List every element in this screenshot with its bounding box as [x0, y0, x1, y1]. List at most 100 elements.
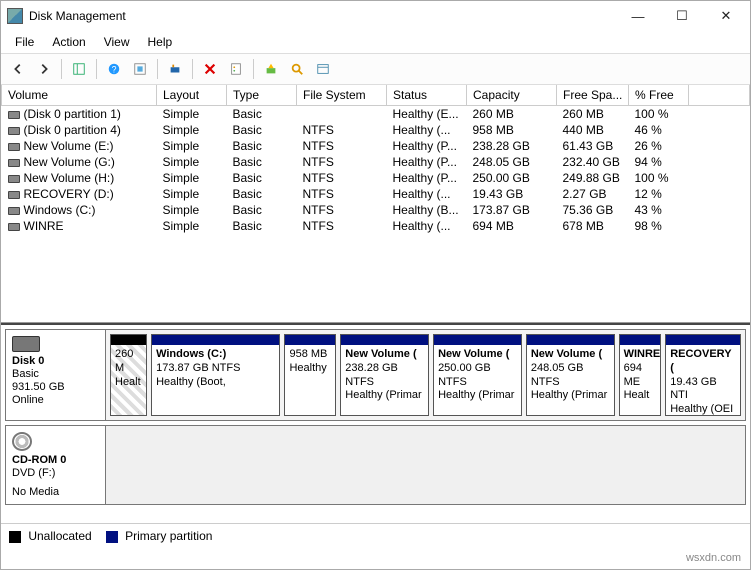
partition-block[interactable]: New Volume (238.28 GB NTFSHealthy (Prima…	[340, 334, 429, 416]
cell-layout: Simple	[157, 186, 227, 202]
volumes-table-container: Volume Layout Type File System Status Ca…	[1, 85, 750, 323]
legend-primary-label: Primary partition	[125, 529, 212, 543]
list-button[interactable]	[312, 58, 334, 80]
partition-color-cap	[341, 335, 428, 345]
cdrom0-name: CD-ROM 0	[12, 454, 99, 466]
cell-free: 260 MB	[557, 106, 629, 123]
cell-volume: (Disk 0 partition 1)	[2, 106, 157, 123]
menu-file[interactable]: File	[7, 33, 42, 51]
menu-view[interactable]: View	[96, 33, 138, 51]
table-row[interactable]: WINRESimpleBasicNTFSHealthy (...694 MB67…	[2, 218, 750, 234]
cell-pct: 46 %	[629, 122, 689, 138]
disk-row-cdrom0[interactable]: CD-ROM 0 DVD (F:) No Media	[5, 425, 746, 505]
partition-block[interactable]: WINRE694 MEHealt	[619, 334, 662, 416]
table-row[interactable]: RECOVERY (D:)SimpleBasicNTFSHealthy (...…	[2, 186, 750, 202]
cell-layout: Simple	[157, 170, 227, 186]
find-button[interactable]	[286, 58, 308, 80]
disk-graphical-view: Disk 0 Basic 931.50 GB Online 260 MHealt…	[1, 323, 750, 523]
menu-help[interactable]: Help	[140, 33, 181, 51]
partition-block[interactable]: Windows (C:)173.87 GB NTFSHealthy (Boot,	[151, 334, 280, 416]
action-button[interactable]	[260, 58, 282, 80]
col-freespace[interactable]: Free Spa...	[557, 85, 629, 106]
cell-free: 75.36 GB	[557, 202, 629, 218]
partition-color-cap	[620, 335, 661, 345]
cdrom-icon	[12, 432, 32, 451]
cell-status: Healthy (...	[387, 218, 467, 234]
help-button[interactable]: ?	[103, 58, 125, 80]
drive-icon	[8, 207, 20, 215]
drive-icon	[8, 143, 20, 151]
table-row[interactable]: New Volume (E:)SimpleBasicNTFSHealthy (P…	[2, 138, 750, 154]
partition-block[interactable]: New Volume (248.05 GB NTFSHealthy (Prima…	[526, 334, 615, 416]
app-icon	[7, 8, 23, 24]
show-hide-tree-button[interactable]	[68, 58, 90, 80]
maximize-button[interactable]: ☐	[660, 2, 704, 30]
cell-volume: New Volume (H:)	[2, 170, 157, 186]
svg-text:?: ?	[112, 65, 117, 75]
partition-block[interactable]: New Volume (250.00 GB NTFSHealthy (Prima…	[433, 334, 522, 416]
cdrom0-empty-track	[106, 426, 745, 504]
forward-button[interactable]	[33, 58, 55, 80]
partition-label: Windows (C:)173.87 GB NTFSHealthy (Boot,	[152, 345, 279, 415]
cell-status: Healthy (P...	[387, 138, 467, 154]
cell-pct: 100 %	[629, 106, 689, 123]
settings-button[interactable]	[129, 58, 151, 80]
cell-pct: 12 %	[629, 186, 689, 202]
col-status[interactable]: Status	[387, 85, 467, 106]
cell-pct: 43 %	[629, 202, 689, 218]
close-button[interactable]: ✕	[704, 2, 748, 30]
table-row[interactable]: New Volume (H:)SimpleBasicNTFSHealthy (P…	[2, 170, 750, 186]
disk0-label[interactable]: Disk 0 Basic 931.50 GB Online	[6, 330, 106, 420]
watermark: wsxdn.com	[686, 552, 741, 564]
partition-color-cap	[666, 335, 740, 345]
cell-layout: Simple	[157, 106, 227, 123]
disk0-size: 931.50 GB	[12, 381, 99, 393]
window-title: Disk Management	[29, 9, 616, 23]
drive-icon	[8, 175, 20, 183]
partition-label: 260 MHealt	[111, 345, 146, 415]
cell-type: Basic	[227, 170, 297, 186]
cdrom0-line2: DVD (F:)	[12, 467, 99, 479]
primary-swatch	[106, 531, 118, 543]
cell-status: Healthy (...	[387, 122, 467, 138]
cell-pct: 98 %	[629, 218, 689, 234]
back-button[interactable]	[7, 58, 29, 80]
partition-block[interactable]: RECOVERY (19.43 GB NTIHealthy (OEI	[665, 334, 741, 416]
table-row[interactable]: (Disk 0 partition 1)SimpleBasicHealthy (…	[2, 106, 750, 123]
partition-label: New Volume (238.28 GB NTFSHealthy (Prima…	[341, 345, 428, 415]
table-row[interactable]: (Disk 0 partition 4)SimpleBasicNTFSHealt…	[2, 122, 750, 138]
cell-layout: Simple	[157, 138, 227, 154]
delete-button[interactable]	[199, 58, 221, 80]
menu-action[interactable]: Action	[44, 33, 93, 51]
col-capacity[interactable]: Capacity	[467, 85, 557, 106]
cell-volume: (Disk 0 partition 4)	[2, 122, 157, 138]
partition-block[interactable]: 260 MHealt	[110, 334, 147, 416]
table-row[interactable]: Windows (C:)SimpleBasicNTFSHealthy (B...…	[2, 202, 750, 218]
cell-fs	[297, 106, 387, 123]
drive-icon	[8, 127, 20, 135]
cell-free: 232.40 GB	[557, 154, 629, 170]
properties-button[interactable]	[225, 58, 247, 80]
col-volume[interactable]: Volume	[2, 85, 157, 106]
volumes-table[interactable]: Volume Layout Type File System Status Ca…	[1, 85, 750, 234]
table-row[interactable]: New Volume (G:)SimpleBasicNTFSHealthy (P…	[2, 154, 750, 170]
minimize-button[interactable]: —	[616, 2, 660, 30]
col-type[interactable]: Type	[227, 85, 297, 106]
refresh-button[interactable]	[164, 58, 186, 80]
cdrom0-label[interactable]: CD-ROM 0 DVD (F:) No Media	[6, 426, 106, 504]
legend-primary: Primary partition	[106, 529, 213, 543]
cell-free: 249.88 GB	[557, 170, 629, 186]
cell-capacity: 248.05 GB	[467, 154, 557, 170]
disk-row-disk0[interactable]: Disk 0 Basic 931.50 GB Online 260 MHealt…	[5, 329, 746, 421]
cell-status: Healthy (P...	[387, 154, 467, 170]
col-pctfree[interactable]: % Free	[629, 85, 689, 106]
partition-block[interactable]: 958 MBHealthy	[284, 334, 336, 416]
col-layout[interactable]: Layout	[157, 85, 227, 106]
cell-fs: NTFS	[297, 218, 387, 234]
disk0-partition-track: 260 MHealtWindows (C:)173.87 GB NTFSHeal…	[106, 330, 745, 420]
cell-pct: 26 %	[629, 138, 689, 154]
unallocated-swatch	[9, 531, 21, 543]
cell-capacity: 173.87 GB	[467, 202, 557, 218]
col-filesystem[interactable]: File System	[297, 85, 387, 106]
partition-color-cap	[152, 335, 279, 345]
